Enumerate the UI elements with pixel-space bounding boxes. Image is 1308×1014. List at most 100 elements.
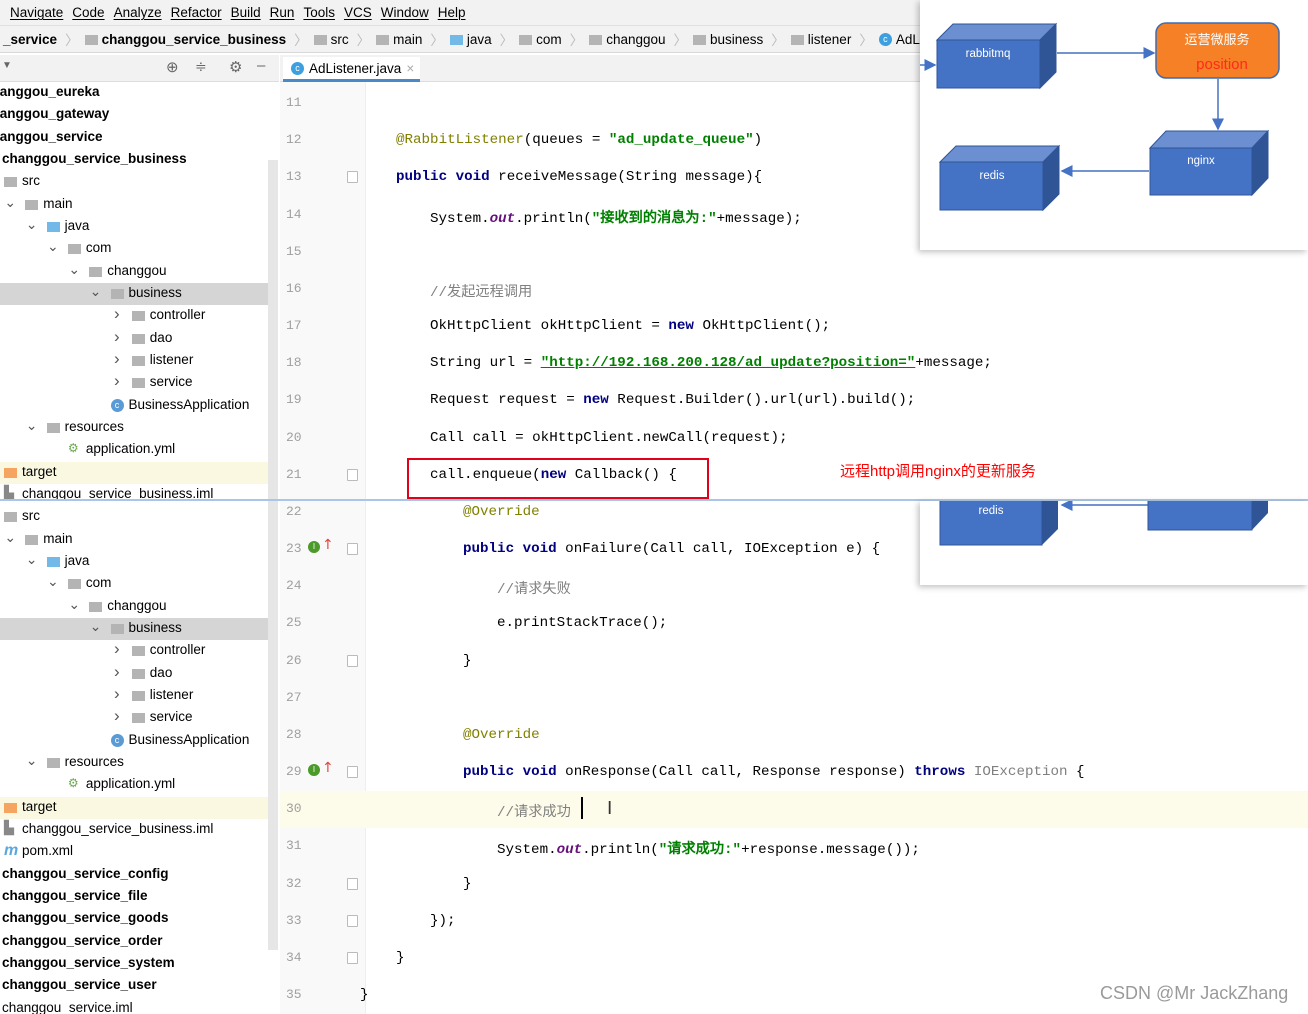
tree-item[interactable]: › listener [0,684,268,707]
chevron-down-icon[interactable]: ⌄ [90,283,102,300]
chevron-right-icon[interactable]: › [111,684,123,704]
tree-item[interactable]: ⌄ java [0,551,268,573]
breadcrumb-item[interactable]: changgou 〉 [586,29,690,49]
menu-refactor[interactable]: Refactor [171,5,222,20]
tree-item[interactable]: changgou_service_business [0,149,268,171]
fold-marker-icon[interactable] [347,914,358,927]
chevron-right-icon[interactable]: › [111,662,123,682]
breadcrumb-item[interactable]: cAdListener [876,32,920,47]
tree-item[interactable]: ⌄ com [0,238,268,260]
tree-item[interactable]: ⌄ resources [0,417,268,439]
tree-item[interactable]: changgou_service_order [0,931,268,953]
menu-tools[interactable]: Tools [303,5,335,20]
tree-item[interactable]: ▙ changgou_service_business.iml [0,484,268,506]
fold-marker-icon[interactable] [347,654,358,667]
chevron-right-icon[interactable]: › [111,639,123,659]
tree-item[interactable]: ⌄ java [0,216,268,238]
fold-marker-icon[interactable] [347,171,358,184]
chevron-down-icon[interactable]: ⌄ [26,216,38,233]
tree-item[interactable]: ⌄ resources [0,752,268,774]
breadcrumb-item[interactable]: main 〉 [373,29,447,49]
tree-item[interactable]: changgou_eureka [0,82,268,104]
tree-item[interactable]: changgou_service [0,127,268,149]
chevron-right-icon[interactable]: › [111,371,123,391]
chevron-down-icon[interactable]: ⌄ [26,551,38,568]
tree-item[interactable]: target [0,461,268,484]
tree-item[interactable]: › service [0,371,268,394]
tree-item[interactable]: ⌄ main [0,194,268,216]
tree-item[interactable]: › dao [0,662,268,685]
sidebar-scrollbar[interactable] [268,160,278,950]
tree-item[interactable]: changgou_service_system [0,953,268,975]
hide-icon[interactable]: – [257,57,265,74]
tree-item[interactable]: src [0,506,268,528]
menu-run[interactable]: Run [270,5,295,20]
tree-item[interactable]: ⌄ business [0,617,268,641]
chevron-right-icon[interactable]: › [111,349,123,369]
tab-adlistener[interactable]: c AdListener.java × [283,57,420,82]
chevron-right-icon[interactable]: › [111,304,123,324]
close-icon[interactable]: × [406,61,414,76]
panel-dropdown-icon[interactable]: ▼ [2,60,12,71]
tree-item[interactable]: changgou_service_user [0,975,268,997]
menu-analyze[interactable]: Analyze [114,5,162,20]
chevron-right-icon[interactable]: › [111,706,123,726]
tree-item[interactable]: ⌄ main [0,529,268,551]
fold-marker-icon[interactable] [347,766,358,779]
collapse-all-icon[interactable]: ≑ [195,58,207,75]
fold-marker-icon[interactable] [347,951,358,964]
tree-item[interactable]: › service [0,706,268,729]
chevron-down-icon[interactable]: ⌄ [47,238,59,255]
chevron-down-icon[interactable]: ⌄ [68,596,80,613]
breadcrumb-item[interactable]: changgou_service_business 〉 [82,29,311,49]
tree-item[interactable]: changgou_service.iml [0,998,268,1014]
tree-item[interactable]: changgou_service_config [0,864,268,886]
tree-item[interactable]: target [0,796,268,819]
chevron-down-icon[interactable]: ⌄ [90,618,102,635]
chevron-down-icon[interactable]: ⌄ [4,529,16,546]
chevron-down-icon[interactable]: ⌄ [4,194,16,211]
menu-help[interactable]: Help [438,5,466,20]
menu-navigate[interactable]: Navigate [10,5,63,20]
gear-icon[interactable]: ⚙ [229,58,242,76]
tree-item[interactable]: ⚙ application.yml [0,774,268,796]
breadcrumb-item[interactable]: _service 〉 [0,29,82,49]
menu-window[interactable]: Window [381,5,429,20]
chevron-down-icon[interactable]: ⌄ [26,752,38,769]
locate-icon[interactable]: ⊕ [166,58,179,76]
tree-item[interactable]: changgou_gateway [0,104,268,126]
tree-item[interactable]: › listener [0,349,268,372]
fold-marker-icon[interactable] [347,468,358,481]
chevron-right-icon[interactable]: › [111,327,123,347]
breadcrumb-item[interactable]: com 〉 [516,29,586,49]
tree-item[interactable]: ⚙ application.yml [0,439,268,461]
tree-item[interactable]: ▙ changgou_service_business.iml [0,819,268,841]
tree-item[interactable]: ⌄ changgou [0,596,268,618]
tree-item[interactable]: › controller [0,639,268,662]
tree-item[interactable]: › controller [0,304,268,327]
menu-code[interactable]: Code [72,5,104,20]
tree-item[interactable]: ⌄ changgou [0,261,268,283]
menu-vcs[interactable]: VCS [344,5,372,20]
breadcrumb-item[interactable]: business 〉 [690,29,788,49]
menu-build[interactable]: Build [231,5,261,20]
chevron-down-icon[interactable]: ⌄ [26,417,38,434]
chevron-down-icon[interactable]: ⌄ [68,261,80,278]
fold-marker-icon[interactable] [347,543,358,556]
fold-marker-icon[interactable] [347,877,358,890]
tree-item[interactable]: changgou_service_goods [0,908,268,930]
chevron-down-icon[interactable]: ⌄ [47,573,59,590]
tree-item[interactable]: ⌄ business [0,282,268,306]
tree-item[interactable]: changgou_service_file [0,886,268,908]
tree-item[interactable]: c BusinessApplication [0,730,268,752]
tree-item[interactable]: m pom.xml [0,841,268,863]
tree-item[interactable]: › dao [0,327,268,350]
tree-item[interactable]: ⌄ com [0,573,268,595]
implements-icon[interactable]: I [308,541,320,554]
tree-item[interactable]: src [0,171,268,193]
breadcrumb-item[interactable]: java 〉 [447,29,516,49]
implements-icon[interactable]: I [308,764,320,777]
breadcrumb-item[interactable]: listener 〉 [788,29,876,49]
breadcrumb-item[interactable]: src 〉 [311,29,374,49]
tree-item[interactable]: c BusinessApplication [0,395,268,417]
